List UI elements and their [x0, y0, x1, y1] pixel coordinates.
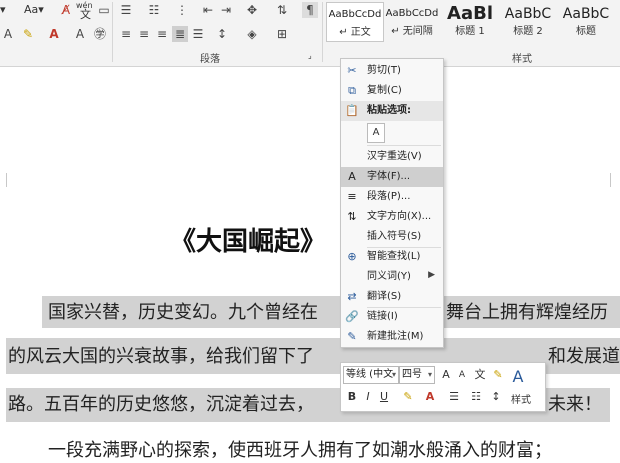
menu-item-copy[interactable]: ⧉ 复制(C): [341, 81, 443, 101]
menu-item-font[interactable]: A 字体(F)...: [341, 167, 443, 187]
paragraph-line-3b: 未来！: [548, 394, 602, 415]
enclose-char-icon[interactable]: ㊫: [92, 26, 108, 42]
justify-icon[interactable]: ≣: [172, 26, 188, 42]
chevron-down-icon: ▾: [427, 370, 432, 379]
menu-item-insert-symbol[interactable]: 插入符号(S): [341, 227, 443, 247]
align-center-icon[interactable]: ≡: [136, 26, 152, 42]
paragraph-group-label: 段落: [200, 54, 220, 65]
style-name: ↵ 无间隔: [391, 26, 433, 37]
paragraph-line-2b: 和发展道: [548, 346, 620, 367]
translate-icon: ⇄: [347, 290, 357, 303]
clear-format-icon[interactable]: A̸: [58, 2, 74, 18]
align-right-icon[interactable]: ≡: [154, 26, 170, 42]
style-normal[interactable]: AaBbCcDd ↵ 正文: [326, 2, 384, 42]
line-spacing-icon[interactable]: ↕: [214, 26, 230, 42]
menu-item-text-direction[interactable]: ⇅ 文字方向(X)...: [341, 207, 443, 227]
paragraph-launcher-icon[interactable]: ⌟: [308, 48, 312, 64]
font-name-dropdown[interactable]: 等线 (中文 ▾: [343, 366, 399, 384]
submenu-arrow-icon: ▶: [428, 270, 435, 280]
underline-button[interactable]: U: [377, 389, 391, 405]
scissors-icon: ✂: [347, 64, 357, 77]
menu-item-reconvert[interactable]: 汉字重选(V): [341, 147, 443, 167]
menu-header-paste-options: 📋 粘贴选项:: [341, 101, 443, 121]
style-title[interactable]: AaBbC 标题: [558, 2, 614, 40]
menu-item-new-comment[interactable]: ✎ 新建批注(M): [341, 327, 443, 347]
comment-icon: ✎: [347, 330, 357, 343]
smart-lookup-icon: ⊕: [347, 250, 357, 263]
menu-item-cut[interactable]: ✂ 剪切(T): [341, 61, 443, 81]
bullets-icon[interactable]: ☰: [118, 2, 134, 18]
mini-toolbar: 等线 (中文 ▾ 四号 ▾ A A 文 ✎ A 样式 B I U ✎ A ☰ ☷ ↕: [340, 362, 546, 412]
multilevel-list-icon[interactable]: ⋮: [174, 2, 190, 18]
bold-button[interactable]: B: [345, 389, 359, 405]
font-color-icon[interactable]: A: [423, 389, 437, 405]
decrease-indent-icon[interactable]: ⇤: [200, 2, 216, 18]
char-border-icon[interactable]: ▭: [96, 2, 112, 18]
paragraph-line-4: 一段充满野心的探索，使西班牙人拥有了如潮水般涌入的财富；: [48, 440, 552, 461]
font-size-dropdown[interactable]: 四号 ▾: [399, 366, 435, 384]
link-icon: 🔗: [345, 310, 359, 323]
menu-item-synonyms[interactable]: 同义词(Y) ▶: [341, 267, 443, 287]
paste-keep-text-icon[interactable]: A: [367, 123, 385, 143]
shading-icon[interactable]: ◈: [244, 26, 260, 42]
menu-item-translate[interactable]: ⇄ 翻译(S): [341, 287, 443, 307]
styles-icon[interactable]: A: [511, 369, 525, 385]
borders-icon[interactable]: ⊞: [274, 26, 290, 42]
highlight-icon[interactable]: ✎: [401, 389, 415, 405]
char-shading-icon[interactable]: A: [72, 26, 88, 42]
shrink-font-icon[interactable]: A: [455, 367, 469, 383]
paragraph-icon: ≡: [347, 190, 357, 203]
highlight-icon[interactable]: ✎: [20, 26, 36, 42]
bullets-icon[interactable]: ☰: [447, 389, 461, 405]
chevron-down-icon: ▾: [391, 370, 396, 379]
paragraph-line-3a: 路。五百年的历史悠悠，沉淀着过去，: [8, 394, 314, 415]
italic-button[interactable]: I: [361, 389, 375, 405]
menu-item-link[interactable]: 🔗 链接(I): [341, 307, 443, 327]
paste-icon: 📋: [345, 104, 359, 117]
grow-font-icon[interactable]: A: [439, 367, 453, 383]
distributed-icon[interactable]: ☰: [190, 26, 206, 42]
margin-marker: [610, 173, 611, 187]
chinese-layout-icon[interactable]: ✥: [244, 2, 260, 18]
text-direction-icon: ⇅: [347, 210, 357, 223]
line-spacing-icon[interactable]: ↕: [489, 389, 503, 405]
font-icon: A: [348, 170, 356, 183]
menu-separator: [367, 145, 441, 146]
align-left-icon[interactable]: ≡: [118, 26, 134, 42]
menu-item-paragraph[interactable]: ≡ 段落(P)...: [341, 187, 443, 207]
numbering-icon[interactable]: ☷: [469, 389, 483, 405]
paragraph-line-2a: 的风云大国的兴衰故事，给我们留下了: [8, 346, 314, 367]
text-effects-icon[interactable]: A: [0, 26, 16, 42]
styles-label: 样式: [511, 395, 531, 406]
style-heading-2[interactable]: AaBbC 标题 2: [500, 2, 556, 40]
styles-group-label: 样式: [512, 54, 532, 65]
ribbon: ▾ Aa▾ A̸ wén 文 ▭ ☰ ☷ ⋮ ⇤ ⇥ ✥ ⇅ ¶ A ✎ A A…: [0, 0, 620, 67]
context-menu: ✂ 剪切(T) ⧉ 复制(C) 📋 粘贴选项: A 汉字重选(V) A 字体(F…: [340, 58, 444, 348]
style-heading-1[interactable]: AaBl 标题 1: [442, 2, 498, 40]
phonetic-guide-icon[interactable]: 文: [473, 367, 487, 383]
paragraph-line-1a: 国家兴替，历史变幻。九个曾经在: [48, 302, 318, 323]
style-no-spacing[interactable]: AaBbCcDd ↵ 无间隔: [384, 2, 440, 40]
style-name: ↵ 正文: [339, 27, 371, 38]
numbering-icon[interactable]: ☷: [146, 2, 162, 18]
format-painter-icon[interactable]: ✎: [491, 367, 505, 383]
divider: [112, 2, 113, 62]
font-size-dropdown[interactable]: ▾: [0, 2, 6, 18]
sort-icon[interactable]: ⇅: [274, 2, 290, 18]
menu-item-smart-lookup[interactable]: ⊕ 智能查找(L): [341, 247, 443, 267]
increase-indent-icon[interactable]: ⇥: [218, 2, 234, 18]
change-case-button[interactable]: Aa▾: [24, 2, 44, 18]
copy-icon: ⧉: [348, 84, 356, 97]
show-marks-icon[interactable]: ¶: [302, 2, 318, 18]
paragraph-line-1b: 舞台上拥有辉煌经历: [446, 302, 608, 323]
phonetic-guide-char: 文: [80, 8, 91, 21]
font-color-icon[interactable]: A: [46, 26, 62, 42]
margin-marker: [6, 173, 7, 187]
divider: [322, 2, 323, 62]
